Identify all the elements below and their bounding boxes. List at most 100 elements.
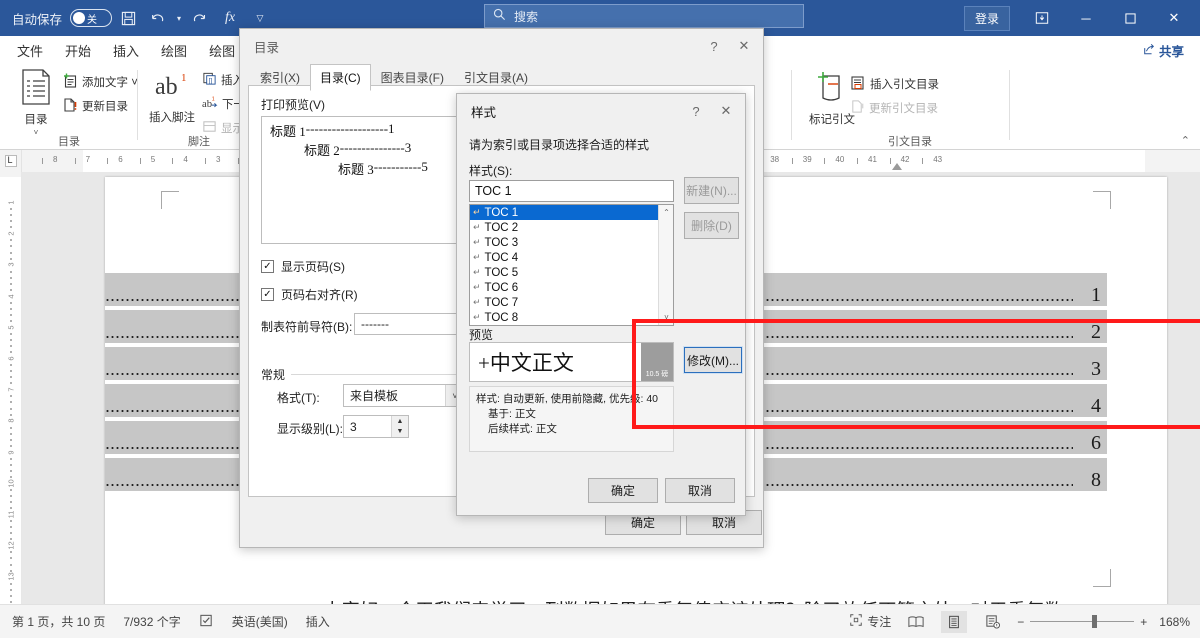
toc-page-number: 6 — [1091, 433, 1101, 453]
focus-mode-button[interactable]: 专注 — [849, 613, 891, 630]
help-icon[interactable]: ? — [681, 98, 711, 124]
zoom-thumb[interactable] — [1092, 615, 1097, 628]
modify-style-button[interactable]: 修改(M)... — [684, 347, 742, 373]
style-ok-button[interactable]: 确定 — [588, 478, 658, 503]
style-list-item-label: TOC 5 — [485, 267, 519, 279]
tab-toc[interactable]: 目录(C) — [310, 64, 371, 91]
zoom-level[interactable]: 168% — [1159, 615, 1190, 629]
read-mode-icon[interactable] — [903, 611, 929, 633]
insert-citation-toc-button[interactable]: 插入引文目录 — [850, 74, 939, 94]
vruler-tick-dot — [10, 271, 12, 273]
stepper-arrows[interactable]: ▲ ▼ — [391, 416, 408, 437]
close-icon[interactable]: ✕ — [711, 98, 741, 124]
vruler-tick-dot — [10, 302, 12, 304]
style-list-item[interactable]: ↵ TOC 5 — [470, 265, 673, 280]
margin-corner-top-right — [1093, 191, 1111, 209]
style-list-item[interactable]: ↵TOC 3 — [470, 235, 673, 250]
style-dialog-controls: ? ✕ — [681, 98, 741, 124]
web-layout-icon[interactable] — [979, 611, 1005, 633]
style-list-item[interactable]: ↵TOC 8 — [470, 310, 673, 325]
collapse-ribbon-icon[interactable]: ⌃ — [1181, 134, 1190, 147]
paragraph-mark-icon: ↵ — [473, 282, 481, 293]
ribbon-group-citations-label: 引文目录 — [800, 133, 1020, 149]
toc-icon — [19, 68, 53, 109]
style-name-value: TOC 1 — [475, 184, 512, 198]
redo-icon[interactable] — [186, 5, 214, 31]
paragraph-mark-icon: ↵ — [473, 267, 481, 278]
signin-button[interactable]: 登录 — [964, 6, 1010, 31]
styles-listbox[interactable]: ↵TOC 1↵TOC 2↵TOC 3↵TOC 4↵TOC 5↵TOC 6↵TOC… — [469, 204, 674, 326]
show-levels-stepper[interactable]: 3 ▲ ▼ — [343, 415, 409, 438]
styles-scrollbar[interactable]: ⌃ ˅ — [658, 205, 673, 325]
delete-style-button[interactable]: 删除(D) — [684, 212, 739, 239]
right-align-page-numbers-checkbox[interactable]: ✓ 页码右对齐(R) — [261, 286, 358, 303]
insert-mode[interactable]: 插入 — [306, 613, 330, 630]
share-button[interactable]: 共享 — [1137, 38, 1190, 63]
update-toc-button[interactable]: 更新目录 — [62, 96, 128, 116]
page-info[interactable]: 第 1 页，共 10 页 — [12, 613, 105, 630]
focus-icon — [849, 613, 863, 630]
style-list-item[interactable]: ↵TOC 4 — [470, 250, 673, 265]
autosave-toggle[interactable]: 关 — [70, 9, 112, 27]
ruler-tick-label: 41 — [868, 155, 877, 164]
ruler-tick-mark — [172, 158, 173, 164]
vertical-ruler[interactable]: 12345678910111213 — [0, 172, 22, 604]
update-toc-label: 更新目录 — [82, 98, 128, 114]
ruler-tick-label: 43 — [933, 155, 942, 164]
show-page-numbers-checkbox[interactable]: ✓ 显示页码(S) — [261, 258, 345, 275]
zoom-slider[interactable]: − + — [1017, 615, 1147, 629]
paragraph-mark-icon: ↵ — [473, 312, 481, 323]
print-layout-icon[interactable] — [941, 611, 967, 633]
close-button[interactable]: ✕ — [1152, 0, 1196, 36]
format-select[interactable]: 来自模板 ˅ — [343, 384, 465, 407]
ribbon-tab-file[interactable]: 文件 — [6, 37, 54, 64]
language-indicator[interactable]: 英语(美国) — [232, 613, 288, 630]
ruler-tick-mark — [75, 158, 76, 164]
svg-text:1: 1 — [181, 72, 187, 84]
help-icon[interactable]: ? — [699, 33, 729, 59]
style-list-item[interactable]: ↵TOC 2 — [470, 220, 673, 235]
zoom-track[interactable] — [1030, 621, 1134, 622]
ruler-tick-label: 7 — [86, 155, 90, 164]
vruler-tick-dot — [10, 526, 12, 528]
preview-leader-3: ----------- — [374, 159, 422, 178]
style-cancel-button[interactable]: 取消 — [665, 478, 735, 503]
scroll-up-icon[interactable]: ⌃ — [659, 205, 674, 220]
mark-citation-label: 标记引文 — [809, 111, 855, 127]
ribbon-display-options-icon[interactable] — [1020, 0, 1064, 36]
style-list-item[interactable]: ↵TOC 9 — [470, 325, 673, 326]
insert-footnote-button[interactable]: ab1 插入脚注 — [144, 68, 200, 125]
undo-icon[interactable] — [144, 5, 172, 31]
scroll-down-icon[interactable]: ˅ — [659, 310, 674, 325]
svg-text:1: 1 — [212, 97, 215, 103]
restore-button[interactable] — [1108, 0, 1152, 36]
vruler-tick-label: 5 — [7, 316, 16, 338]
save-icon[interactable] — [114, 5, 142, 31]
ruler-tick-label: 8 — [53, 155, 57, 164]
proofing-icon[interactable] — [199, 613, 214, 631]
stepper-down-icon[interactable]: ▼ — [391, 427, 408, 438]
style-list-item[interactable]: ↵TOC 7 — [470, 295, 673, 310]
add-text-button[interactable]: 添加文字 ˅ — [62, 72, 138, 92]
document-body-text[interactable]: 大家好，今天我们来学习一列数据如果有重复值应该处理？除了放任不管之外，对于重复数 — [323, 597, 1200, 604]
ribbon-tab-home[interactable]: 开始 — [54, 37, 102, 64]
close-icon[interactable]: ✕ — [729, 33, 759, 59]
new-style-button[interactable]: 新建(N)... — [684, 177, 739, 204]
undo-dropdown-icon[interactable]: ▾ — [174, 5, 184, 31]
stepper-up-icon[interactable]: ▲ — [391, 416, 408, 427]
ribbon-tab-insert[interactable]: 插入 — [102, 37, 150, 64]
minimize-button[interactable]: ─ — [1064, 0, 1108, 36]
word-count[interactable]: 7/932 个字 — [123, 613, 180, 630]
zoom-in-button[interactable]: + — [1140, 615, 1147, 629]
toc-button[interactable]: 目录 ˅ — [8, 68, 64, 137]
tab-stop-selector[interactable]: L — [0, 150, 22, 172]
zoom-out-button[interactable]: − — [1017, 615, 1024, 629]
search-input[interactable]: 搜索 — [484, 4, 804, 28]
style-list-item[interactable]: ↵TOC 6 — [470, 280, 673, 295]
style-list-item[interactable]: ↵TOC 1 — [470, 205, 673, 220]
style-dialog[interactable]: 样式 ? ✕ 请为索引或目录项选择合适的样式 样式(S): TOC 1 ↵TOC… — [456, 93, 746, 516]
general-section-label: 常规 — [261, 366, 291, 383]
style-name-input[interactable]: TOC 1 — [469, 180, 674, 202]
indent-marker[interactable] — [892, 163, 902, 170]
ribbon-tab-draw[interactable]: 绘图 — [150, 37, 198, 64]
